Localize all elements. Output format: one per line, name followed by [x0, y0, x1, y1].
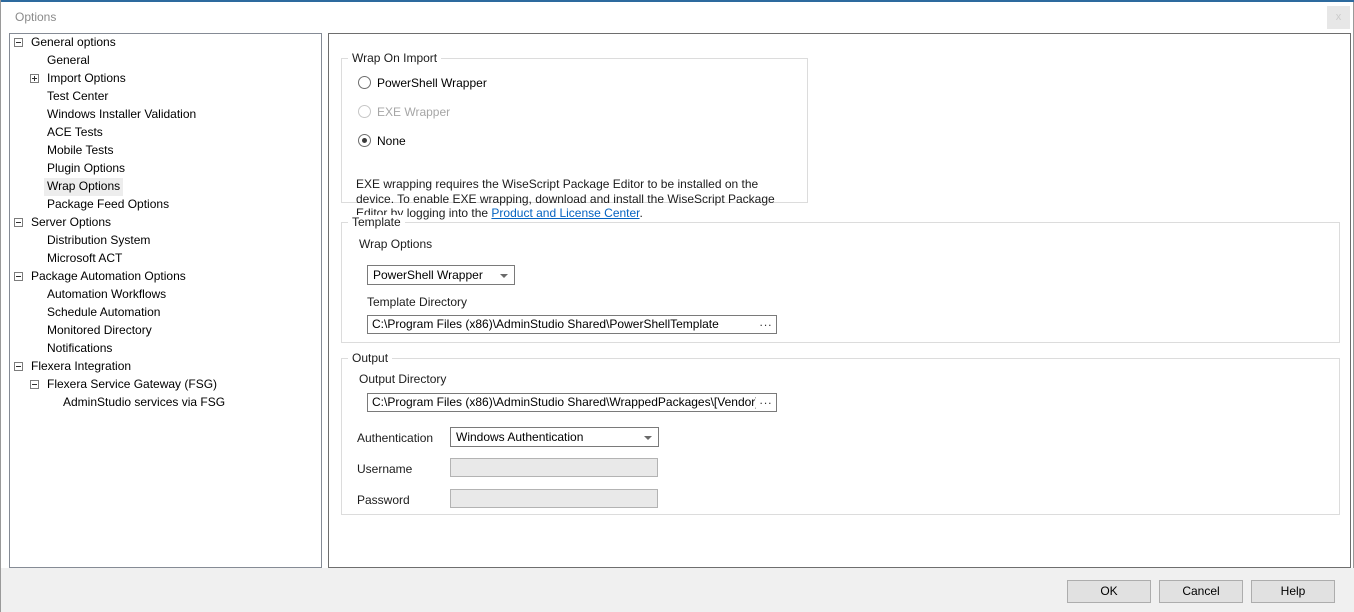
template-directory-field[interactable]: C:\Program Files (x86)\AdminStudio Share… [367, 315, 777, 334]
radio-none[interactable]: None [358, 133, 406, 147]
wrap-on-import-title: Wrap On Import [348, 51, 441, 65]
tree-item-label[interactable]: General options [28, 34, 119, 52]
tree-item-label[interactable]: Mobile Tests [44, 142, 116, 160]
tree-item-label[interactable]: Microsoft ACT [44, 250, 125, 268]
output-group: Output Output Directory C:\Program Files… [341, 358, 1340, 515]
radio-label: PowerShell Wrapper [377, 76, 487, 90]
tree-item-import-options[interactable]: Import Options [10, 70, 321, 88]
options-tree[interactable]: General optionsGeneralImport OptionsTest… [9, 33, 322, 568]
product-license-center-link[interactable]: Product and License Center [491, 206, 639, 220]
tree-item-label[interactable]: Package Feed Options [44, 196, 172, 214]
tree-item-monitored-directory[interactable]: Monitored Directory [10, 322, 321, 340]
help-button[interactable]: Help [1251, 580, 1335, 603]
tree-item-general-options[interactable]: General options [10, 34, 321, 52]
description-period: . [640, 206, 643, 220]
tree-item-adminstudio-services-via-fsg[interactable]: AdminStudio services via FSG [10, 394, 321, 412]
tree-item-label[interactable]: Test Center [44, 88, 111, 106]
tree-item-wrap-options[interactable]: Wrap Options [10, 178, 321, 196]
collapse-icon[interactable] [14, 38, 23, 47]
tree-item-label[interactable]: Wrap Options [44, 178, 123, 196]
output-directory-label: Output Directory [359, 372, 446, 386]
collapse-icon[interactable] [14, 218, 23, 227]
exe-wrapping-description: EXE wrapping requires the WiseScript Pac… [356, 177, 799, 221]
tree-item-label[interactable]: Automation Workflows [44, 286, 169, 304]
tree-item-plugin-options[interactable]: Plugin Options [10, 160, 321, 178]
tree-item-server-options[interactable]: Server Options [10, 214, 321, 232]
radio-label: EXE Wrapper [377, 105, 450, 119]
window-title: Options [15, 10, 56, 24]
tree-item-label[interactable]: Server Options [28, 214, 114, 232]
tree-item-label[interactable]: Monitored Directory [44, 322, 155, 340]
tree-item-label[interactable]: AdminStudio services via FSG [60, 394, 228, 412]
cancel-button[interactable]: Cancel [1159, 580, 1243, 603]
tree-item-automation-workflows[interactable]: Automation Workflows [10, 286, 321, 304]
tree-item-flexera-service-gateway-fsg[interactable]: Flexera Service Gateway (FSG) [10, 376, 321, 394]
tree-item-distribution-system[interactable]: Distribution System [10, 232, 321, 250]
tree-item-windows-installer-validation[interactable]: Windows Installer Validation [10, 106, 321, 124]
tree-item-ace-tests[interactable]: ACE Tests [10, 124, 321, 142]
dialog-footer: OK Cancel Help [1, 568, 1354, 612]
collapse-icon[interactable] [30, 380, 39, 389]
authentication-value: Windows Authentication [456, 430, 583, 444]
wrap-options-value: PowerShell Wrapper [373, 268, 483, 282]
tree-item-schedule-automation[interactable]: Schedule Automation [10, 304, 321, 322]
ok-button[interactable]: OK [1067, 580, 1151, 603]
tree-item-flexera-integration[interactable]: Flexera Integration [10, 358, 321, 376]
wrap-on-import-group: Wrap On Import PowerShell Wrapper EXE Wr… [341, 58, 808, 203]
template-title: Template [348, 215, 405, 229]
tree-item-label[interactable]: Plugin Options [44, 160, 128, 178]
password-label: Password [357, 493, 410, 507]
tree-item-test-center[interactable]: Test Center [10, 88, 321, 106]
template-directory-label: Template Directory [367, 295, 467, 309]
radio-exe-wrapper: EXE Wrapper [358, 104, 450, 118]
wrap-options-dropdown[interactable]: PowerShell Wrapper [367, 265, 515, 285]
tree-item-notifications[interactable]: Notifications [10, 340, 321, 358]
output-title: Output [348, 351, 392, 365]
authentication-label: Authentication [357, 431, 433, 445]
tree-item-label[interactable]: Windows Installer Validation [44, 106, 199, 124]
options-dialog: Options x General optionsGeneralImport O… [0, 0, 1354, 612]
tree-item-label[interactable]: Package Automation Options [28, 268, 189, 286]
tree-item-label[interactable]: General [44, 52, 93, 70]
template-group: Template Wrap Options PowerShell Wrapper… [341, 222, 1340, 343]
tree-item-label[interactable]: Flexera Integration [28, 358, 134, 376]
tree-item-label[interactable]: Schedule Automation [44, 304, 163, 322]
close-icon[interactable]: x [1327, 6, 1350, 29]
tree-item-label[interactable]: Notifications [44, 340, 115, 358]
tree-item-microsoft-act[interactable]: Microsoft ACT [10, 250, 321, 268]
radio-icon[interactable] [358, 134, 371, 147]
tree-item-package-automation-options[interactable]: Package Automation Options [10, 268, 321, 286]
tree-item-label[interactable]: ACE Tests [44, 124, 106, 142]
template-directory-value: C:\Program Files (x86)\AdminStudio Share… [372, 317, 719, 331]
radio-powershell-wrapper[interactable]: PowerShell Wrapper [358, 75, 487, 89]
tree-item-label[interactable]: Flexera Service Gateway (FSG) [44, 376, 220, 394]
authentication-dropdown[interactable]: Windows Authentication [450, 427, 659, 447]
browse-button[interactable]: ... [756, 316, 776, 333]
collapse-icon[interactable] [14, 272, 23, 281]
chevron-down-icon [500, 274, 508, 278]
password-field [450, 489, 658, 508]
tree-item-mobile-tests[interactable]: Mobile Tests [10, 142, 321, 160]
tree-item-general[interactable]: General [10, 52, 321, 70]
collapse-icon[interactable] [14, 362, 23, 371]
output-directory-value: C:\Program Files (x86)\AdminStudio Share… [372, 395, 777, 409]
tree-item-label[interactable]: Import Options [44, 70, 129, 88]
tree-item-package-feed-options[interactable]: Package Feed Options [10, 196, 321, 214]
expand-icon[interactable] [30, 74, 39, 83]
wrap-options-label: Wrap Options [359, 237, 432, 251]
username-label: Username [357, 462, 412, 476]
username-field [450, 458, 658, 477]
radio-label: None [377, 134, 406, 148]
title-bar: Options x [1, 2, 1353, 32]
radio-icon[interactable] [358, 76, 371, 89]
output-directory-field[interactable]: C:\Program Files (x86)\AdminStudio Share… [367, 393, 777, 412]
radio-icon [358, 105, 371, 118]
tree-item-label[interactable]: Distribution System [44, 232, 153, 250]
settings-panel: Wrap On Import PowerShell Wrapper EXE Wr… [328, 33, 1351, 568]
chevron-down-icon [644, 436, 652, 440]
browse-button[interactable]: ... [756, 394, 776, 411]
